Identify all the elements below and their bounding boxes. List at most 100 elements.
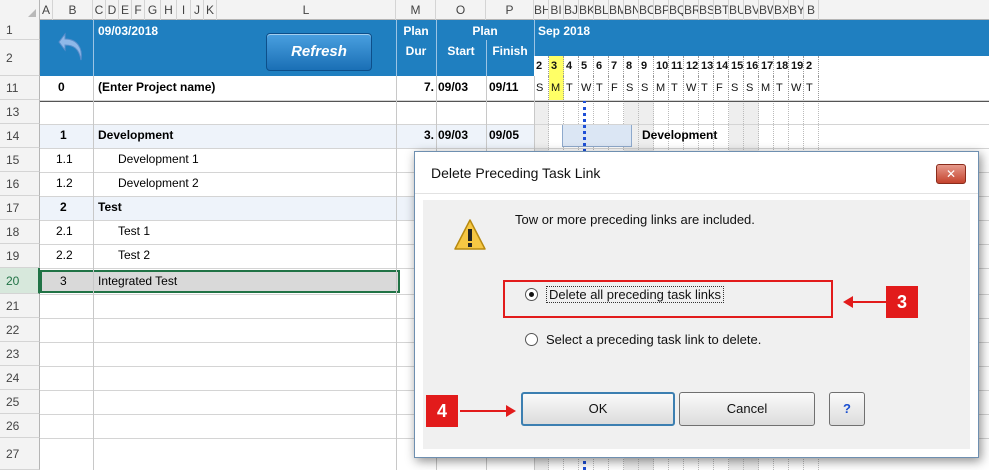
row-header[interactable]: 24	[0, 366, 40, 390]
row-header[interactable]: 14	[0, 124, 40, 148]
undo-arrow-icon[interactable]	[55, 30, 89, 64]
row-header[interactable]: 1	[0, 20, 40, 40]
task-name[interactable]: Development	[98, 128, 378, 144]
task-name[interactable]: Test	[98, 200, 378, 216]
col-gantt[interactable]: BW	[759, 0, 774, 20]
task-dur: 3.	[423, 128, 434, 142]
day-number: 18	[774, 56, 789, 76]
day-number: 15	[729, 56, 744, 76]
header-date: 09/03/2018	[98, 24, 159, 38]
radio-select-one[interactable]: Select a preceding task link to delete.	[525, 332, 761, 347]
row-header[interactable]: 27	[0, 438, 40, 470]
select-all-corner[interactable]	[0, 0, 40, 20]
col-m[interactable]: M	[396, 0, 436, 20]
weekday-letter: W	[684, 76, 699, 100]
col-p[interactable]: P	[486, 0, 534, 20]
task-name[interactable]: Development 1	[118, 152, 398, 168]
weekday-letter: M	[549, 76, 564, 100]
task-id: 2.2	[56, 248, 73, 262]
row-header[interactable]: 26	[0, 414, 40, 438]
col-k[interactable]: K	[204, 0, 217, 20]
month-label: Sep 2018	[538, 24, 591, 38]
col-j[interactable]: J	[191, 0, 204, 20]
col-e[interactable]: E	[119, 0, 132, 20]
col-gantt[interactable]: BH	[534, 0, 549, 20]
col-gantt[interactable]: BQ	[669, 0, 684, 20]
row-header[interactable]: 22	[0, 318, 40, 342]
day-number: 3	[549, 56, 564, 76]
col-h[interactable]: H	[161, 0, 177, 20]
project-start: 09/03	[438, 80, 469, 94]
radio-select-one-label[interactable]: Select a preceding task link to delete.	[546, 332, 761, 347]
col-gantt[interactable]: BI	[549, 0, 564, 20]
task-name[interactable]: Test 2	[118, 248, 398, 264]
col-gantt[interactable]: BS	[699, 0, 714, 20]
col-gantt[interactable]: BO	[639, 0, 654, 20]
col-i[interactable]: I	[177, 0, 191, 20]
weekday-letter: W	[579, 76, 594, 100]
task-name[interactable]: Development 2	[118, 176, 398, 192]
row-header[interactable]: 16	[0, 172, 40, 196]
col-c[interactable]: C	[93, 0, 106, 20]
day-number: 2	[804, 56, 819, 76]
cancel-button[interactable]: Cancel	[679, 392, 815, 426]
row-header[interactable]: 13	[0, 100, 40, 124]
col-l[interactable]: L	[217, 0, 396, 20]
weekday-letter: T	[804, 76, 819, 100]
gantt-bar-development[interactable]	[562, 124, 632, 147]
day-number: 7	[609, 56, 624, 76]
col-d[interactable]: D	[106, 0, 119, 20]
task-start: 09/03	[438, 128, 469, 142]
col-gantt[interactable]: BP	[654, 0, 669, 20]
col-gantt[interactable]: BJ	[564, 0, 579, 20]
radio-unselected-icon[interactable]	[525, 333, 538, 346]
dialog-message: Tow or more preceding links are included…	[515, 212, 755, 227]
arrow-head-step4-icon	[506, 405, 516, 417]
row-header[interactable]: 11	[0, 76, 40, 100]
project-name[interactable]: (Enter Project name)	[98, 80, 388, 96]
col-gantt[interactable]: B	[804, 0, 819, 20]
col-gantt[interactable]: BN	[624, 0, 639, 20]
help-button[interactable]: ?	[829, 392, 865, 426]
col-b[interactable]: B	[53, 0, 93, 20]
col-o[interactable]: O	[436, 0, 486, 20]
col-gantt[interactable]: BT	[714, 0, 729, 20]
refresh-button[interactable]: Refresh	[266, 33, 372, 71]
weekday-letter: M	[654, 76, 669, 100]
row-header[interactable]: 15	[0, 148, 40, 172]
col-gantt[interactable]: BK	[579, 0, 594, 20]
row-header[interactable]: 2	[0, 40, 40, 76]
project-id: 0	[58, 80, 65, 94]
task-id: 1.1	[56, 152, 73, 166]
col-g[interactable]: G	[145, 0, 161, 20]
col-gantt[interactable]: BY	[789, 0, 804, 20]
weekday-letter: T	[669, 76, 684, 100]
column-header-bar: A B C D E F G H I J K L M O P BHBIBJBKBL…	[0, 0, 989, 20]
row-header[interactable]: 21	[0, 294, 40, 318]
ok-button[interactable]: OK	[521, 392, 675, 426]
row-header[interactable]: 17	[0, 196, 40, 220]
dialog-titlebar[interactable]: Delete Preceding Task Link ✕	[415, 152, 978, 194]
row-header[interactable]: 18	[0, 220, 40, 244]
weekday-letter: S	[624, 76, 639, 100]
close-icon[interactable]: ✕	[936, 164, 966, 184]
weekday-letter: T	[774, 76, 789, 100]
col-gantt[interactable]: BU	[729, 0, 744, 20]
col-gantt[interactable]: BX	[774, 0, 789, 20]
day-number: 9	[639, 56, 654, 76]
gantt-label-development: Development	[642, 128, 718, 142]
row-header[interactable]: 25	[0, 390, 40, 414]
day-number: 8	[624, 56, 639, 76]
col-gantt[interactable]: BV	[744, 0, 759, 20]
day-number: 10	[654, 56, 669, 76]
col-a[interactable]: A	[40, 0, 53, 20]
row-header[interactable]: 19	[0, 244, 40, 268]
col-gantt[interactable]: BL	[594, 0, 609, 20]
task-name[interactable]: Test 1	[118, 224, 398, 240]
col-gantt[interactable]: BR	[684, 0, 699, 20]
row-header[interactable]: 20	[0, 268, 40, 294]
start-label: Start	[447, 44, 475, 58]
row-header[interactable]: 23	[0, 342, 40, 366]
col-f[interactable]: F	[132, 0, 145, 20]
col-gantt[interactable]: BM	[609, 0, 624, 20]
